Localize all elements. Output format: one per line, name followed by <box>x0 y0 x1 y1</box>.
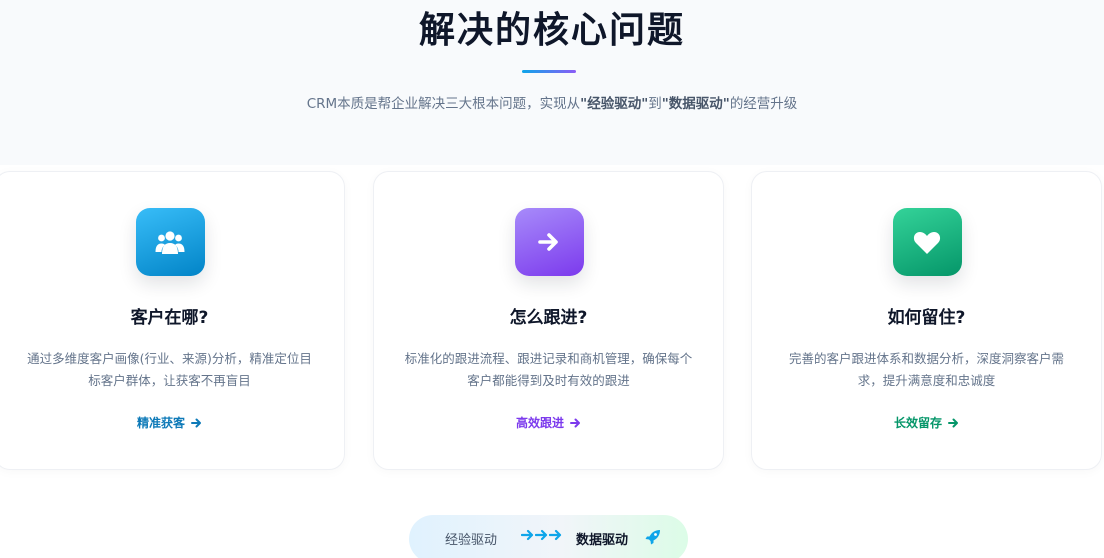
problem-card-retention: 如何留住? 完善的客户跟进体系和数据分析，深度洞察客户需求，提升满意度和忠诚度 … <box>751 171 1102 470</box>
arrow-right-icon <box>514 208 584 276</box>
subtitle-suffix: 的经营升级 <box>729 96 798 112</box>
card-link-efficient-follow-up[interactable]: 高效跟进 <box>374 414 723 432</box>
problem-card-customer-location: 客户在哪? 通过多维度客户画像(行业、来源)分析，精准定位目标客户群体，让获客不… <box>0 171 345 470</box>
transition-to: 数据驱动 <box>576 533 629 548</box>
section-subtitle: CRM本质是帮企业解决三大根本问题，实现从"经验驱动"到"数据驱动"的经营升级 <box>0 94 1104 114</box>
subtitle-mid: 到 <box>648 96 662 112</box>
subtitle-prefix: CRM本质是帮企业解决三大根本问题，实现从 <box>306 96 581 112</box>
arrow-right-icon <box>191 418 201 428</box>
card-title: 怎么跟进? <box>509 308 588 328</box>
problem-card-follow-up: 怎么跟进? 标准化的跟进流程、跟进记录和商机管理，确保每个客户都能得到及时有效的… <box>373 171 724 470</box>
users-icon <box>135 208 205 276</box>
triple-arrow-icon <box>521 529 562 541</box>
card-description: 标准化的跟进流程、跟进记录和商机管理，确保每个客户都能得到及时有效的跟进 <box>404 351 693 388</box>
card-title: 如何留住? <box>887 308 966 328</box>
section-title: 解决的核心问题 <box>418 10 685 51</box>
subtitle-to: "数据驱动" <box>661 96 730 112</box>
card-link-precise-acquisition[interactable]: 精准获客 <box>0 414 344 432</box>
card-link-label: 精准获客 <box>136 416 185 430</box>
card-link-label: 长效留存 <box>893 416 942 430</box>
card-title: 客户在哪? <box>130 308 209 328</box>
title-underline <box>522 70 576 73</box>
card-description: 通过多维度客户画像(行业、来源)分析，精准定位目标客户群体，让获客不再盲目 <box>27 351 312 388</box>
transition-pill: 经验驱动 数据驱动 <box>409 515 688 558</box>
card-link-label: 高效跟进 <box>515 416 564 430</box>
rocket-icon <box>645 529 661 549</box>
heart-icon <box>892 208 962 276</box>
arrow-right-icon <box>948 418 958 428</box>
card-description: 完善的客户跟进体系和数据分析，深度洞察客户需求，提升满意度和忠诚度 <box>788 351 1064 388</box>
arrow-right-icon <box>570 418 580 428</box>
subtitle-from: "经验驱动" <box>580 96 649 112</box>
card-link-long-term-retention[interactable]: 长效留存 <box>752 414 1101 432</box>
transition-from: 经验驱动 <box>445 533 498 548</box>
